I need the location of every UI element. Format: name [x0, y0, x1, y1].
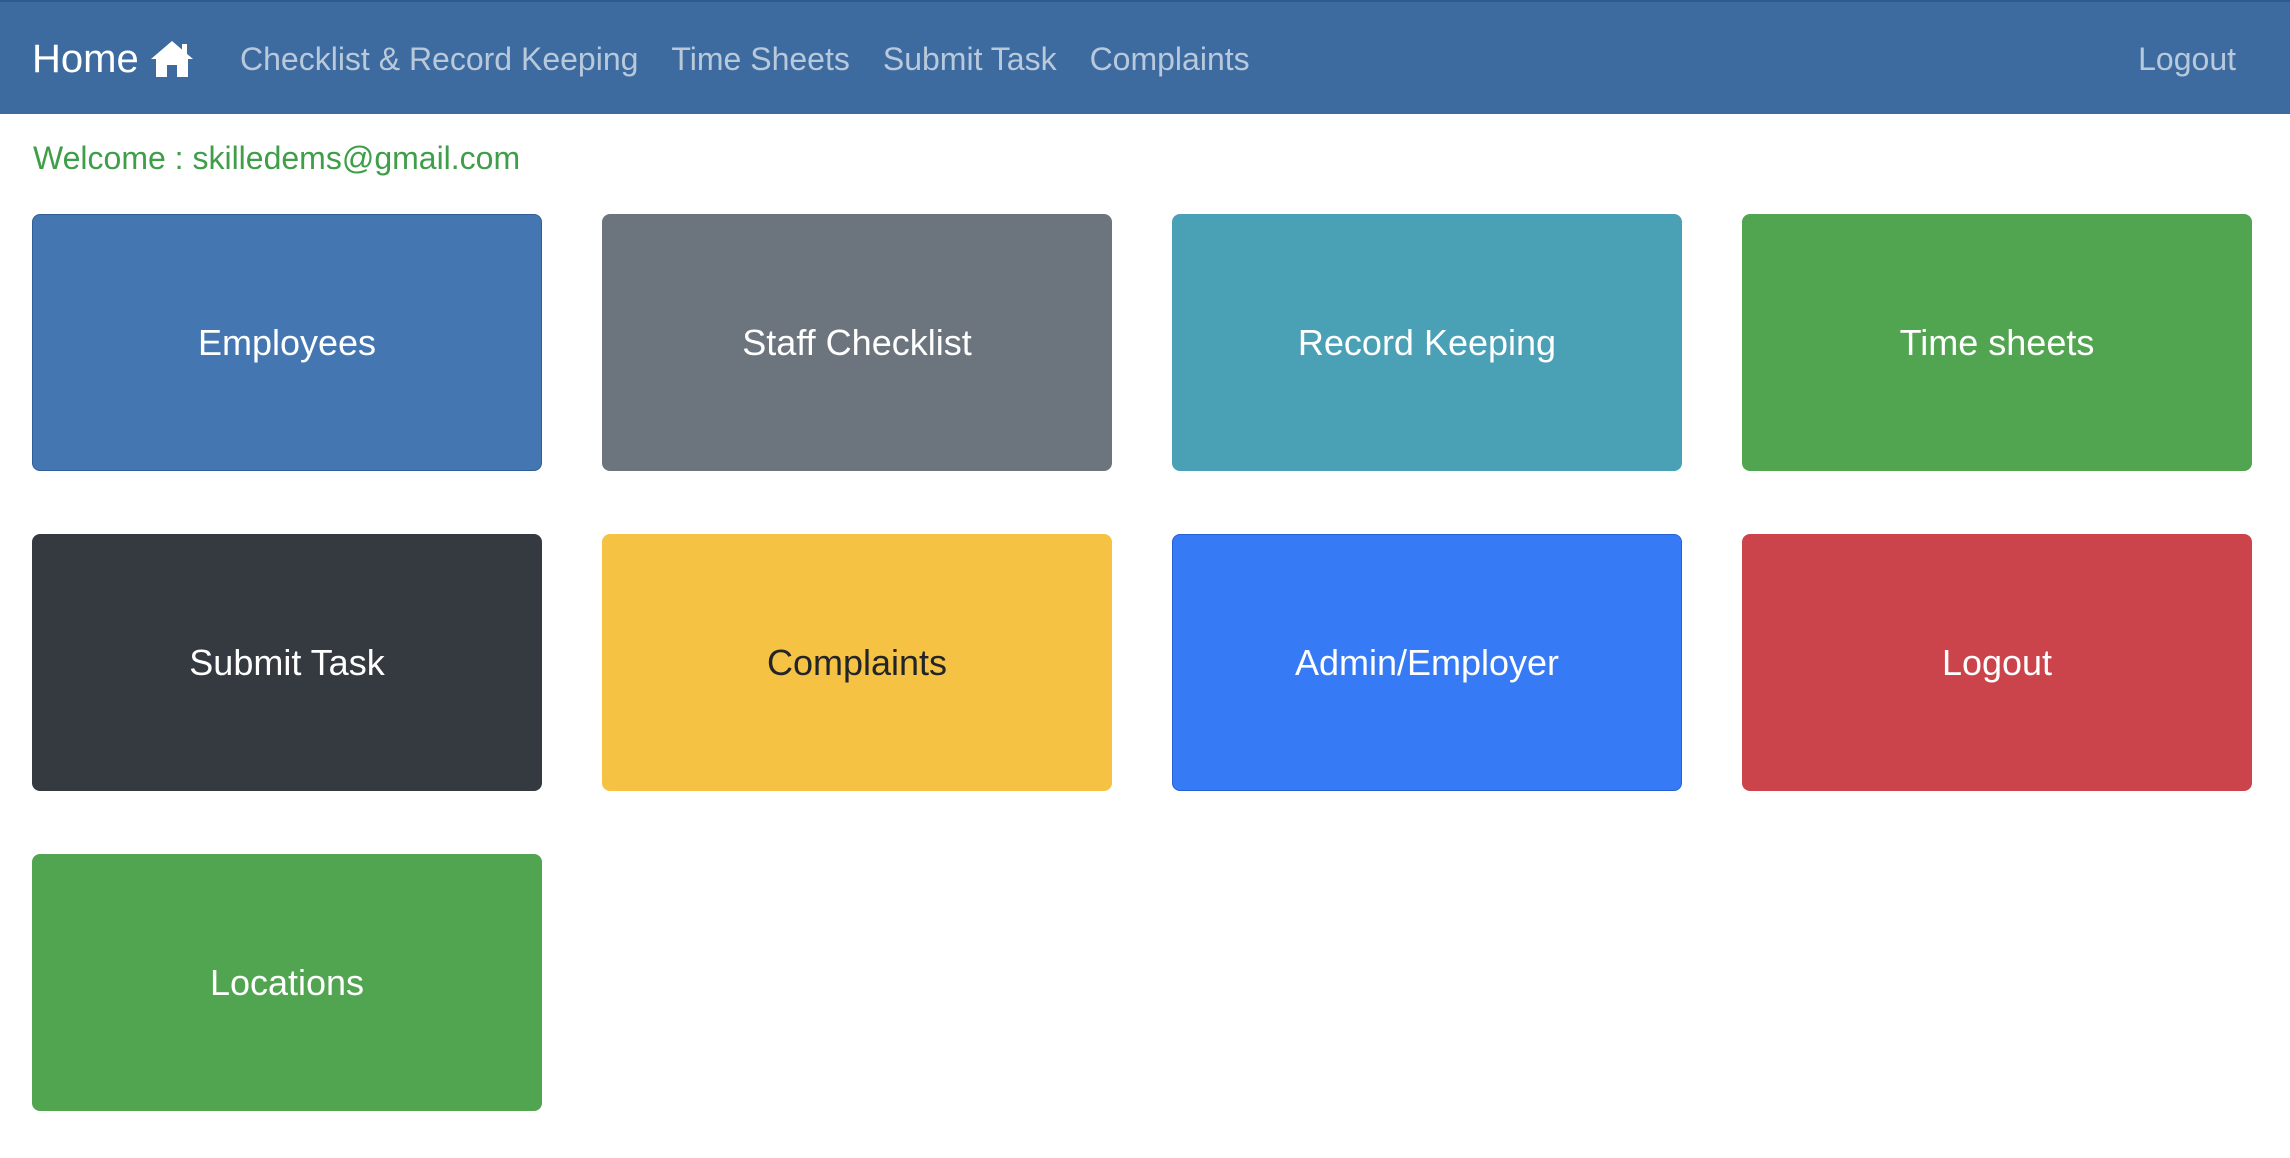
admin-employer-button[interactable]: Admin/Employer — [1172, 534, 1682, 791]
home-link[interactable]: Home — [32, 2, 195, 116]
nav-links: Checklist & Record Keeping Time Sheets S… — [240, 2, 1283, 116]
nav-link-time-sheets[interactable]: Time Sheets — [671, 41, 849, 78]
locations-button[interactable]: Locations — [32, 854, 542, 1111]
time-sheets-button[interactable]: Time sheets — [1742, 214, 2252, 471]
employees-button[interactable]: Employees — [32, 214, 542, 471]
welcome-message: Welcome : skilledems@gmail.com — [33, 140, 521, 176]
home-label: Home — [32, 36, 139, 81]
nav-logout-link[interactable]: Logout — [2138, 2, 2236, 116]
nav-link-submit-task[interactable]: Submit Task — [883, 41, 1057, 78]
top-navbar: Home Checklist & Record Keeping Time She… — [0, 0, 2290, 114]
nav-link-complaints[interactable]: Complaints — [1090, 41, 1250, 78]
staff-checklist-button[interactable]: Staff Checklist — [602, 214, 1112, 471]
complaints-button[interactable]: Complaints — [602, 534, 1112, 791]
record-keeping-button[interactable]: Record Keeping — [1172, 214, 1682, 471]
submit-task-button[interactable]: Submit Task — [32, 534, 542, 791]
logout-button[interactable]: Logout — [1742, 534, 2252, 791]
nav-link-checklist-record-keeping[interactable]: Checklist & Record Keeping — [240, 41, 638, 78]
home-icon — [150, 41, 193, 77]
